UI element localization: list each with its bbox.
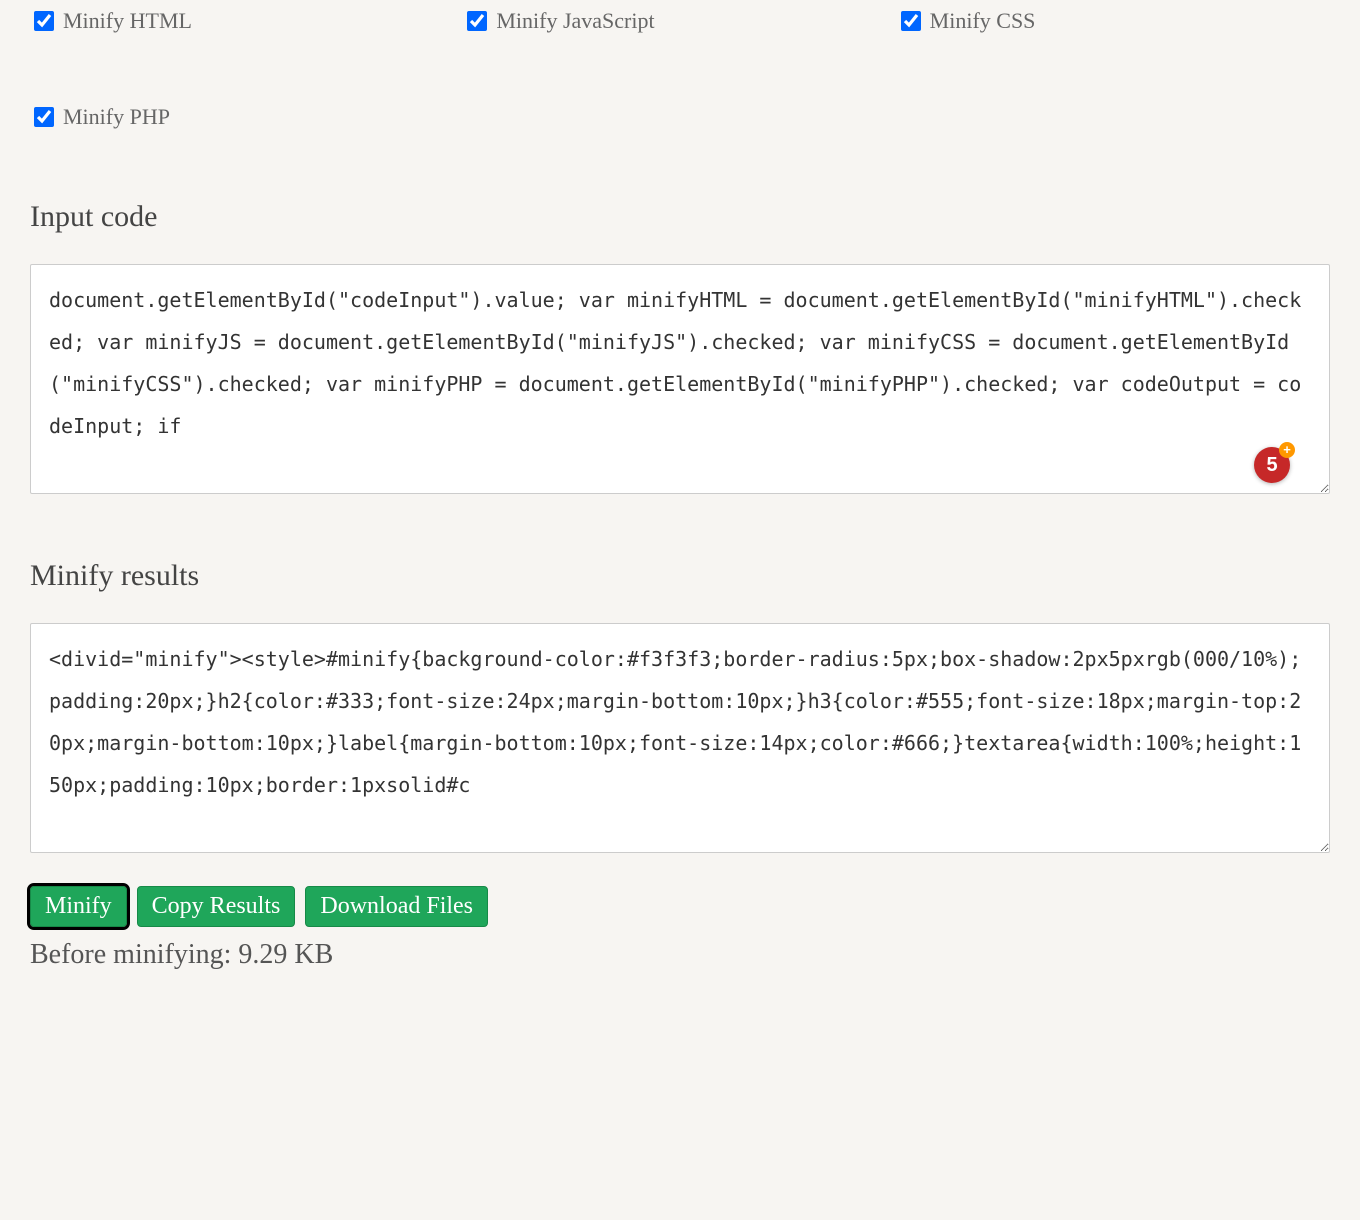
action-button-row: Minify Copy Results Download Files bbox=[30, 886, 1330, 927]
output-code-textarea[interactable] bbox=[30, 623, 1330, 853]
input-code-heading: Input code bbox=[30, 200, 1330, 234]
minify-results-heading: Minify results bbox=[30, 559, 1330, 593]
status-before-value: 9.29 KB bbox=[238, 939, 333, 970]
copy-results-button[interactable]: Copy Results bbox=[137, 886, 296, 927]
option-label: Minify JavaScript bbox=[496, 8, 654, 34]
option-minify-js[interactable]: Minify JavaScript bbox=[463, 8, 896, 34]
notification-badge-icon[interactable]: 5 bbox=[1254, 447, 1290, 483]
option-minify-html[interactable]: Minify HTML bbox=[30, 8, 463, 34]
minify-button[interactable]: Minify bbox=[30, 886, 127, 927]
option-label: Minify CSS bbox=[930, 8, 1036, 34]
option-minify-css[interactable]: Minify CSS bbox=[897, 8, 1330, 34]
option-minify-php[interactable]: Minify PHP bbox=[30, 104, 463, 130]
minify-options-grid: Minify HTML Minify JavaScript Minify CSS… bbox=[30, 8, 1330, 130]
checkbox-minify-html[interactable] bbox=[34, 11, 54, 31]
checkbox-minify-php[interactable] bbox=[34, 107, 54, 127]
checkbox-minify-js[interactable] bbox=[467, 11, 487, 31]
option-label: Minify PHP bbox=[63, 104, 170, 130]
checkbox-minify-css[interactable] bbox=[901, 11, 921, 31]
status-before-size: Before minifying: 9.29 KB bbox=[30, 939, 1330, 971]
status-before-label: Before minifying: bbox=[30, 939, 231, 970]
download-files-button[interactable]: Download Files bbox=[305, 886, 488, 927]
input-code-textarea[interactable] bbox=[30, 264, 1330, 494]
option-label: Minify HTML bbox=[63, 8, 192, 34]
